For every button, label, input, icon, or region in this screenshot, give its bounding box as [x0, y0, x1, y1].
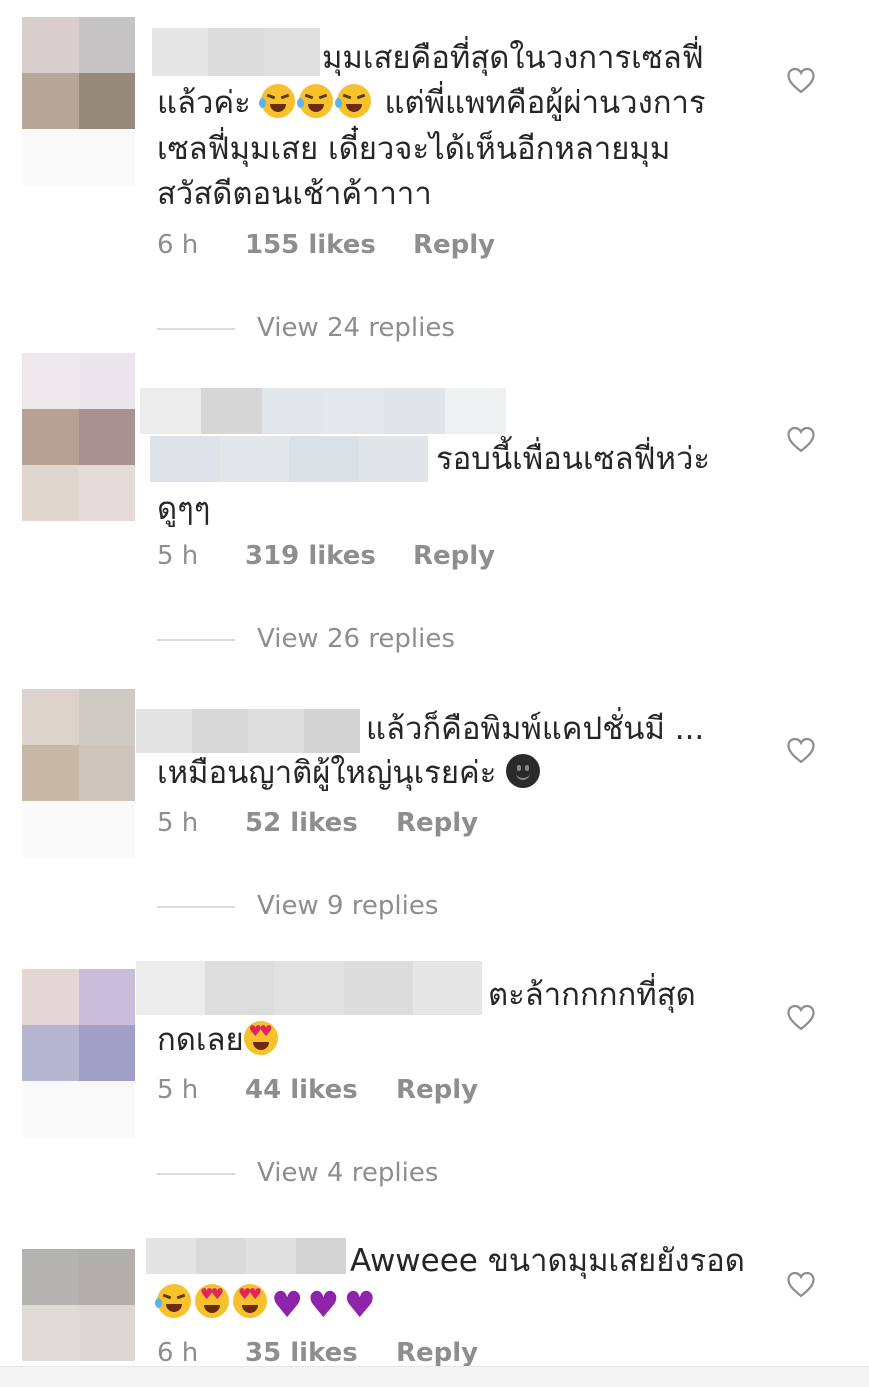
comment-text-line-1: แล้วก็คือพิมพ์แคปชั่นมี ...	[366, 711, 705, 747]
divider-line	[157, 1172, 235, 1175]
comment-time: 5 h	[157, 808, 199, 838]
comment-text-line-1: มุมเสยคือที่สุดในวงการเซลฟี่	[322, 40, 704, 76]
likes-count[interactable]: 319 likes	[245, 541, 413, 571]
comment-meta: 5 h 319 likes Reply	[157, 541, 495, 571]
divider-line	[157, 327, 235, 330]
reply-button[interactable]: Reply	[396, 1338, 478, 1368]
view-replies-label: View 9 replies	[257, 891, 439, 921]
comment-meta: 5 h 52 likes Reply	[157, 808, 478, 838]
bottom-bar	[0, 1366, 869, 1387]
heart-outline-icon[interactable]	[786, 425, 816, 453]
dark-smiley-emoji-icon	[506, 754, 541, 788]
comment-text-segment: แล้วค่ะ	[157, 85, 251, 121]
comment-text-line-2: ดูๆๆ	[157, 491, 211, 527]
likes-count[interactable]: 44 likes	[245, 1075, 396, 1105]
comment-text-line-2: ♥ ♥♥	[155, 1281, 380, 1326]
comment-meta: 6 h 35 likes Reply	[157, 1338, 478, 1368]
comment-text-line-1: Awweee ขนาดมุมเสยยังรอด	[350, 1243, 745, 1279]
heart-eyes-emoji-icon	[195, 1284, 229, 1318]
heart-outline-icon[interactable]	[786, 1270, 816, 1298]
avatar[interactable]	[22, 689, 135, 857]
tears-of-joy-emoji-icon	[155, 1284, 191, 1318]
heart-eyes-emoji-icon	[233, 1284, 267, 1318]
blurred-username[interactable]	[150, 436, 428, 482]
comment-time: 6 h	[157, 230, 199, 260]
comment-meta: 5 h 44 likes Reply	[157, 1075, 478, 1105]
purple-heart-icon: ♥	[307, 1285, 340, 1326]
blurred-username[interactable]	[136, 961, 483, 1015]
view-replies-button[interactable]: View 24 replies	[157, 313, 455, 343]
blurred-username[interactable]	[146, 1238, 346, 1274]
comment-text-segment: เหมือนญาติผู้ใหญ่นุเรยค่ะ	[157, 755, 497, 791]
rolling-laughing-emoji-icon	[334, 84, 371, 118]
avatar[interactable]	[22, 17, 135, 185]
divider-line	[157, 638, 235, 641]
view-replies-label: View 24 replies	[257, 313, 455, 343]
comment-text-segment: แต่พี่แพทคือผู้ผ่านวงการ	[384, 85, 706, 121]
reply-button[interactable]: Reply	[413, 541, 495, 571]
comment-time: 6 h	[157, 1338, 199, 1368]
heart-outline-icon[interactable]	[786, 1003, 816, 1031]
comment-text-line-4: สวัสดีตอนเช้าค้าาาา	[157, 176, 432, 212]
comment-text-line-2: แล้วค่ะ แต่พี่แพทคือผู้ผ่านวงการ	[157, 81, 706, 125]
comment-text-line-1: ตะล้ากกกกที่สุด	[488, 977, 696, 1013]
heart-outline-icon[interactable]	[786, 736, 816, 764]
comment-meta: 6 h 155 likes Reply	[157, 230, 495, 260]
view-replies-label: View 4 replies	[257, 1158, 439, 1188]
likes-count[interactable]: 52 likes	[245, 808, 396, 838]
divider-line	[157, 905, 235, 908]
comment-time: 5 h	[157, 1075, 199, 1105]
reply-button[interactable]: Reply	[413, 230, 495, 260]
blurred-username[interactable]	[152, 28, 320, 76]
reply-button[interactable]: Reply	[396, 808, 478, 838]
rolling-laughing-emoji-icon	[258, 84, 295, 118]
purple-heart-icon: ♥	[271, 1285, 304, 1326]
comment-text-line-2: เหมือนญาติผู้ใหญ่นุเรยค่ะ	[157, 751, 544, 795]
heart-outline-icon[interactable]	[786, 66, 816, 94]
view-replies-button[interactable]: View 9 replies	[157, 891, 438, 921]
likes-count[interactable]: 35 likes	[245, 1338, 396, 1368]
view-replies-label: View 26 replies	[257, 624, 455, 654]
likes-count[interactable]: 155 likes	[245, 230, 413, 260]
comment-text-line-2: กดเลย	[157, 1018, 282, 1062]
rolling-laughing-emoji-icon	[296, 84, 333, 118]
avatar[interactable]	[22, 353, 135, 521]
blurred-username[interactable]	[136, 709, 360, 753]
view-replies-button[interactable]: View 4 replies	[157, 1158, 438, 1188]
avatar[interactable]	[22, 1249, 135, 1361]
comment-text-line-1: รอบนี้เพื่อนเซลฟี่หว่ะ	[436, 441, 711, 477]
heart-eyes-emoji-icon	[243, 1021, 278, 1055]
comment-text-line-3: เซลฟี่มุมเสย เดี๋ยวจะได้เห็นอีกหลายมุม	[157, 131, 671, 167]
comment-time: 5 h	[157, 541, 199, 571]
comment-text-segment: กดเลย	[157, 1022, 244, 1058]
avatar[interactable]	[22, 969, 135, 1137]
reply-button[interactable]: Reply	[396, 1075, 478, 1105]
purple-heart-icon: ♥	[343, 1285, 376, 1326]
view-replies-button[interactable]: View 26 replies	[157, 624, 455, 654]
blurred-username[interactable]	[140, 388, 506, 434]
